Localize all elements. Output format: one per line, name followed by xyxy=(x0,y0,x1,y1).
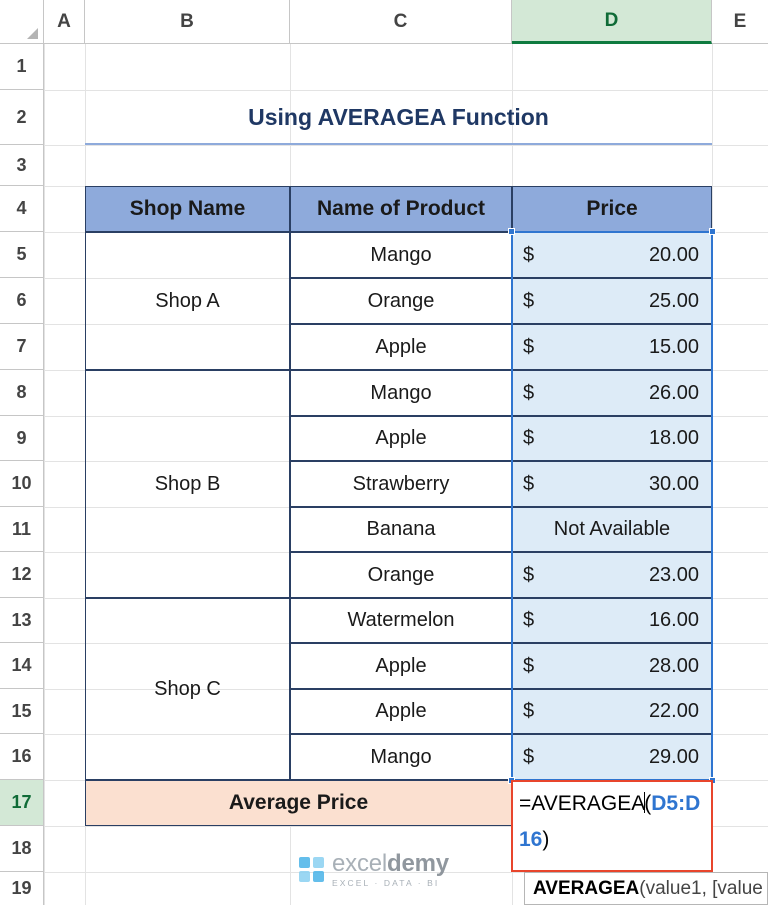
table-cell-product: Apple xyxy=(290,643,512,689)
currency-symbol: $ xyxy=(523,289,535,312)
table-cell-shop-b: Shop B xyxy=(85,370,290,598)
tooltip-function-name: AVERAGEA xyxy=(533,877,640,899)
currency-symbol: $ xyxy=(523,427,535,449)
exceldemy-logo-icon xyxy=(299,856,325,883)
table-cell-product: Strawberry xyxy=(290,461,512,507)
table-cell-price: $ 20.00 xyxy=(512,232,712,278)
row-header-3[interactable]: 3 xyxy=(0,145,44,186)
price-amount: 20.00 xyxy=(648,243,699,266)
price-amount: 15.00 xyxy=(648,335,699,358)
row-header-6[interactable]: 6 xyxy=(0,278,44,324)
selection-handle-top-right[interactable] xyxy=(709,228,716,235)
row-header-4[interactable]: 4 xyxy=(0,186,44,232)
table-header-price: Price xyxy=(512,186,712,232)
table-cell-shop-a: Shop A xyxy=(85,232,290,370)
formula-close-paren: ) xyxy=(542,828,550,851)
currency-symbol: $ xyxy=(523,563,535,586)
column-header-b[interactable]: B xyxy=(85,0,290,44)
row-header-14[interactable]: 14 xyxy=(0,643,44,689)
column-header-d[interactable]: D xyxy=(512,0,712,44)
table-cell-product: Banana xyxy=(290,507,512,552)
table-cell-price: $ 16.00 xyxy=(512,598,712,643)
price-amount: 25.00 xyxy=(648,289,699,312)
table-cell-price: $ 22.00 xyxy=(512,689,712,734)
row-header-1[interactable]: 1 xyxy=(0,44,44,90)
formula-function-name: =AVERAGEA xyxy=(519,792,646,815)
row-header-13[interactable]: 13 xyxy=(0,598,44,643)
title-underline xyxy=(85,143,712,145)
watermark-brand-light: excel xyxy=(332,850,388,877)
table-cell-product: Orange xyxy=(290,552,512,598)
select-all-corner[interactable] xyxy=(0,0,44,44)
row-header-9[interactable]: 9 xyxy=(0,416,44,461)
row-header-5[interactable]: 5 xyxy=(0,232,44,278)
price-amount: 28.00 xyxy=(648,654,699,677)
table-header-product-name: Name of Product xyxy=(290,186,512,232)
price-amount: 29.00 xyxy=(648,745,699,768)
row-header-8[interactable]: 8 xyxy=(0,370,44,416)
table-cell-product: Orange xyxy=(290,278,512,324)
table-cell-product: Apple xyxy=(290,689,512,734)
table-cell-price: $ 30.00 xyxy=(512,461,712,507)
row-header-15[interactable]: 15 xyxy=(0,689,44,734)
row-header-12[interactable]: 12 xyxy=(0,552,44,598)
table-cell-price: $ 25.00 xyxy=(512,278,712,324)
row-header-18[interactable]: 18 xyxy=(0,826,44,872)
price-amount: 26.00 xyxy=(648,381,699,404)
tooltip-signature: (value1, [value xyxy=(639,877,763,899)
watermark: exceldemy EXCEL · DATA · BI xyxy=(299,852,449,888)
column-header-e[interactable]: E xyxy=(712,0,768,44)
currency-symbol: $ xyxy=(523,654,535,677)
currency-symbol: $ xyxy=(523,381,535,404)
column-header-a[interactable]: A xyxy=(44,0,85,44)
currency-symbol: $ xyxy=(523,243,535,266)
row-header-7[interactable]: 7 xyxy=(0,324,44,370)
table-cell-product: Apple xyxy=(290,324,512,370)
row-header-19[interactable]: 19 xyxy=(0,872,44,905)
column-header-row: A B C D E xyxy=(0,0,768,44)
formula-range-start: D5: xyxy=(651,792,686,815)
table-cell-product: Mango xyxy=(290,370,512,416)
table-footer-average-price-label: Average Price xyxy=(85,780,512,826)
page-title: Using AVERAGEA Function xyxy=(248,104,549,130)
table-cell-product: Mango xyxy=(290,232,512,278)
table-cell-product: Watermelon xyxy=(290,598,512,643)
selection-handle-top-left[interactable] xyxy=(508,228,515,235)
table-cell-price: $ 28.00 xyxy=(512,643,712,689)
column-header-c[interactable]: C xyxy=(290,0,512,44)
currency-symbol: $ xyxy=(523,609,535,631)
table-cell-shop-c: Shop C xyxy=(85,598,290,780)
watermark-tagline: EXCEL · DATA · BI xyxy=(332,878,440,888)
currency-symbol: $ xyxy=(523,472,535,495)
table-cell-price: $ 23.00 xyxy=(512,552,712,598)
spreadsheet-grid: A B C D E 1 2 3 4 5 6 7 8 9 10 11 12 13 … xyxy=(0,0,768,905)
currency-symbol: $ xyxy=(523,335,535,358)
select-all-triangle-icon xyxy=(27,28,38,39)
price-amount: 16.00 xyxy=(648,609,699,631)
table-cell-price: $ 26.00 xyxy=(512,370,712,416)
watermark-brand-bold: demy xyxy=(387,850,449,877)
table-cell-product: Mango xyxy=(290,734,512,780)
row-header-2[interactable]: 2 xyxy=(0,90,44,145)
currency-symbol: $ xyxy=(523,745,535,768)
row-header-17[interactable]: 17 xyxy=(0,780,44,826)
table-cell-price: $ 15.00 xyxy=(512,324,712,370)
row-header-11[interactable]: 11 xyxy=(0,507,44,552)
price-amount: 30.00 xyxy=(648,472,699,495)
formula-intellisense-tooltip: AVERAGEA (value1, [value xyxy=(524,872,768,905)
watermark-text: exceldemy EXCEL · DATA · BI xyxy=(332,852,449,888)
table-cell-price: $ 29.00 xyxy=(512,734,712,780)
currency-symbol: $ xyxy=(523,700,535,722)
price-amount: 23.00 xyxy=(648,563,699,586)
row-header-10[interactable]: 10 xyxy=(0,461,44,507)
table-cell-price: $ 18.00 xyxy=(512,416,712,461)
row-header-16[interactable]: 16 xyxy=(0,734,44,780)
price-amount: 22.00 xyxy=(648,700,699,722)
price-amount: 18.00 xyxy=(648,427,699,449)
table-cell-price-not-available: Not Available xyxy=(512,507,712,552)
formula-edit-cell[interactable]: =AVERAGEA(D5:D16) xyxy=(511,780,713,872)
table-header-shop-name: Shop Name xyxy=(85,186,290,232)
table-cell-product: Apple xyxy=(290,416,512,461)
